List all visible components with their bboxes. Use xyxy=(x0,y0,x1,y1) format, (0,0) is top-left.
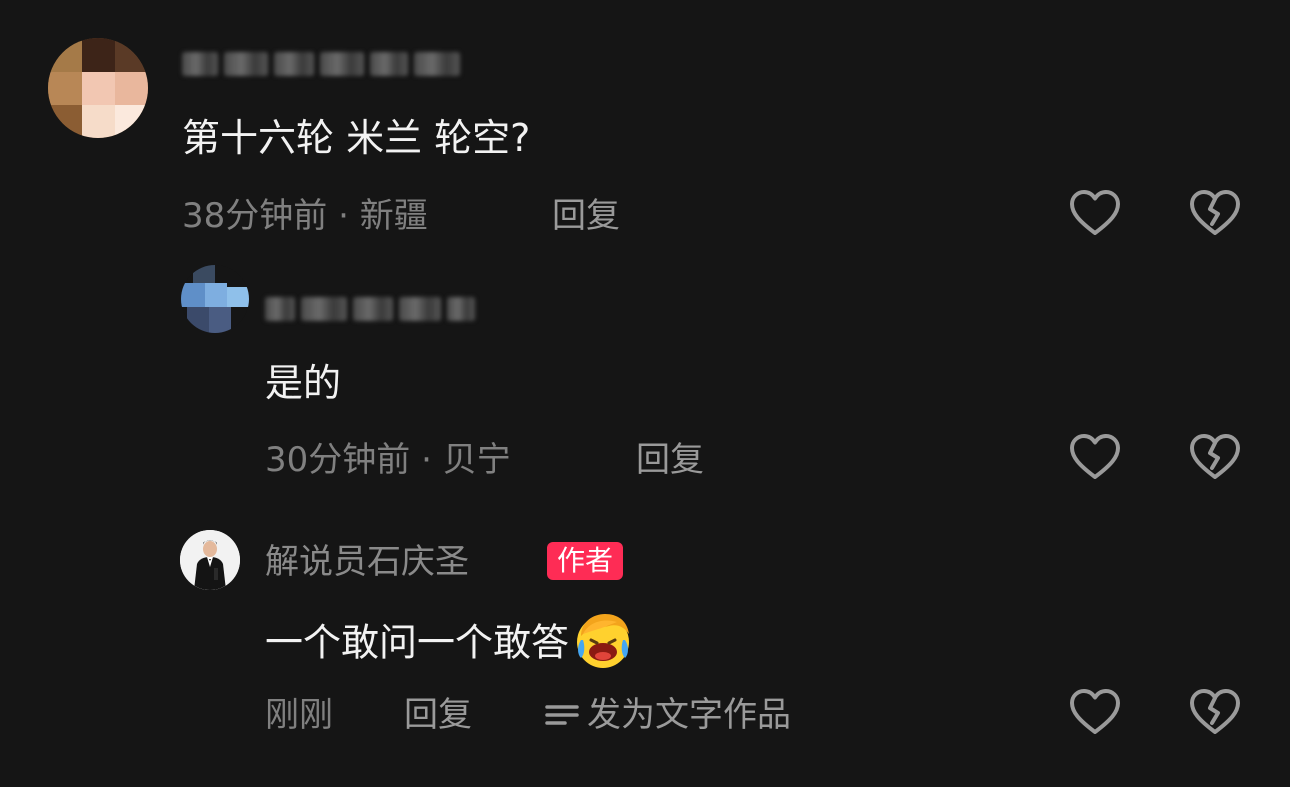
comment-time: 38分钟前 xyxy=(182,196,328,236)
reply-button[interactable]: 回复 xyxy=(636,440,704,480)
person-in-suit-image xyxy=(180,530,240,590)
heart-outline-icon xyxy=(1070,434,1120,479)
like-button[interactable] xyxy=(1067,186,1123,242)
comment-text: 是的 xyxy=(265,361,342,405)
avatar[interactable] xyxy=(181,265,249,333)
author-badge: 作者 xyxy=(547,542,624,580)
broken-heart-icon xyxy=(1190,190,1240,235)
comment-text: 第十六轮 米兰 轮空? xyxy=(182,116,531,160)
author-avatar[interactable] xyxy=(180,530,240,590)
comment-location: 新疆 xyxy=(359,196,428,236)
comment-meta: 38分钟前 · 新疆 xyxy=(182,196,428,236)
broken-heart-icon xyxy=(1190,434,1240,479)
like-button[interactable] xyxy=(1067,430,1123,486)
dislike-button[interactable] xyxy=(1187,186,1243,242)
meta-separator: · xyxy=(338,196,360,236)
reply-button[interactable]: 回复 xyxy=(552,196,620,236)
heart-outline-icon xyxy=(1070,689,1120,734)
broken-heart-icon xyxy=(1190,689,1240,734)
dislike-button[interactable] xyxy=(1187,430,1243,486)
post-as-text-work-label: 发为文字作品 xyxy=(587,695,791,735)
comment-text: 一个敢问一个敢答 xyxy=(265,610,633,680)
comment-time: 30分钟前 xyxy=(265,440,411,480)
comment-time: 刚刚 xyxy=(265,695,333,735)
avatar[interactable] xyxy=(48,38,148,138)
lines-icon xyxy=(545,705,579,725)
comment-text-content: 一个敢问一个敢答 xyxy=(265,620,570,665)
username-blurred[interactable] xyxy=(182,52,460,76)
like-button[interactable] xyxy=(1067,685,1123,741)
meta-separator: · xyxy=(421,440,443,480)
heart-outline-icon xyxy=(1070,190,1120,235)
post-as-text-work-button[interactable]: 发为文字作品 xyxy=(543,695,791,735)
comment-meta: 30分钟前 · 贝宁 xyxy=(265,440,511,480)
author-username[interactable]: 解说员石庆圣 xyxy=(265,542,469,582)
face-palm-laughing-emoji xyxy=(573,610,633,680)
reply-button[interactable]: 回复 xyxy=(404,695,472,735)
username-blurred[interactable] xyxy=(265,297,475,321)
dislike-button[interactable] xyxy=(1187,685,1243,741)
comment-location: 贝宁 xyxy=(442,440,511,480)
